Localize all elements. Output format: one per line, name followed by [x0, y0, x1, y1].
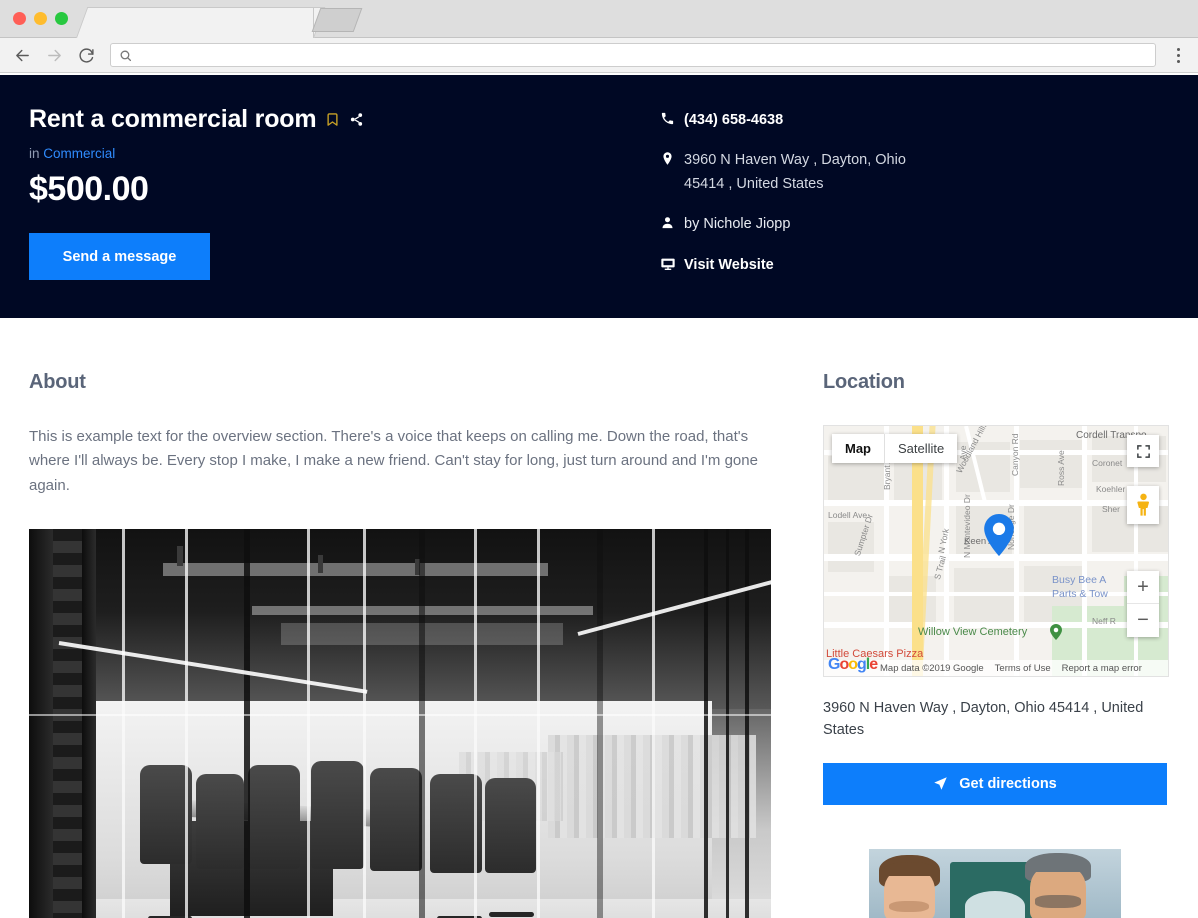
- listing-summary: Rent a commercial room in Commercial $50…: [29, 105, 629, 318]
- get-directions-button[interactable]: Get directions: [823, 762, 1167, 805]
- forward-button[interactable]: [40, 41, 68, 69]
- listing-photo: [29, 528, 771, 918]
- bookmark-icon[interactable]: [325, 112, 340, 127]
- about-body-text: This is example text for the overview se…: [29, 428, 758, 494]
- map-fullscreen-button[interactable]: [1127, 435, 1159, 467]
- about-column: About This is example text for the overv…: [29, 318, 771, 918]
- listing-category-line: in Commercial: [29, 146, 629, 161]
- search-icon: [119, 49, 132, 62]
- map-data-text: Map data ©2019 Google: [880, 662, 984, 674]
- browser-titlebar: [0, 0, 1198, 38]
- contact-address: 3960 N Haven Way , Dayton, Ohio 45414 , …: [684, 152, 906, 192]
- map-label: Sher: [1102, 504, 1120, 514]
- map-type-map-button[interactable]: Map: [832, 434, 885, 463]
- street-view-pegman-icon[interactable]: [1127, 486, 1159, 524]
- window-controls: [13, 12, 68, 25]
- map-terms-link[interactable]: Terms of Use: [995, 663, 1051, 674]
- contact-row-address: 3960 N Haven Way , Dayton, Ohio 45414 , …: [660, 149, 919, 196]
- address-bar[interactable]: [110, 43, 1156, 67]
- map-zoom-in-button[interactable]: +: [1127, 571, 1159, 604]
- map-type-toggle[interactable]: Map Satellite: [832, 434, 958, 463]
- browser-window: Rent a commercial room in Commercial $50…: [0, 0, 1198, 918]
- phone-icon: [660, 109, 684, 126]
- google-logo: Google: [828, 656, 878, 673]
- in-label: in: [29, 146, 40, 161]
- map-label: Ave: [958, 445, 968, 461]
- about-heading: About: [29, 371, 86, 393]
- page-content: Rent a commercial room in Commercial $50…: [0, 75, 1198, 918]
- contact-row-author: by Nichole Jiopp: [660, 213, 919, 236]
- map-label: Canyon Rd: [1010, 433, 1020, 476]
- map-marker-icon[interactable]: [984, 514, 1014, 561]
- map-zoom-controls[interactable]: + −: [1127, 571, 1159, 637]
- get-directions-label: Get directions: [959, 775, 1057, 792]
- share-icon[interactable]: [349, 112, 364, 127]
- visit-website-link[interactable]: Visit Website: [684, 254, 774, 277]
- page-body: About This is example text for the overv…: [0, 318, 1198, 918]
- map-label-park: Willow View Cemetery: [918, 626, 1028, 638]
- send-message-button[interactable]: Send a message: [29, 233, 210, 280]
- contact-phone: (434) 658-4638: [684, 112, 784, 128]
- map-label: Lodell Ave: [828, 510, 868, 520]
- map-zoom-out-button[interactable]: −: [1127, 604, 1159, 637]
- location-map[interactable]: Cordell Transpo Coronet Koehler Ave Lode…: [823, 425, 1169, 677]
- contact-row-phone[interactable]: (434) 658-4638: [660, 109, 919, 132]
- minimize-window-button[interactable]: [34, 12, 47, 25]
- category-link[interactable]: Commercial: [43, 146, 115, 161]
- maximize-window-button[interactable]: [55, 12, 68, 25]
- person-icon: [660, 213, 684, 230]
- map-label: Ross Ave: [1056, 450, 1066, 486]
- map-label: Neff R: [1092, 616, 1116, 626]
- page-title: Rent a commercial room: [29, 105, 317, 133]
- monitor-icon: [660, 254, 684, 272]
- browser-menu-button[interactable]: [1166, 42, 1190, 68]
- browser-toolbar: [0, 38, 1198, 73]
- map-type-satellite-button[interactable]: Satellite: [885, 434, 957, 463]
- listing-price: $500.00: [29, 170, 149, 208]
- map-report-link[interactable]: Report a map error: [1062, 663, 1142, 674]
- contact-row-website[interactable]: Visit Website: [660, 254, 919, 277]
- new-tab-button[interactable]: [311, 8, 363, 32]
- reload-button[interactable]: [72, 41, 100, 69]
- map-label: Coronet: [1092, 458, 1123, 468]
- location-heading: Location: [823, 371, 905, 393]
- tab-strip: [76, 0, 1198, 38]
- listing-hero: Rent a commercial room in Commercial $50…: [0, 75, 1198, 318]
- browser-tab-body[interactable]: [90, 7, 314, 38]
- map-label-business: Parts & Tow: [1052, 588, 1108, 600]
- close-window-button[interactable]: [13, 12, 26, 25]
- listing-contact-info: (434) 658-4638 3960 N Haven Way , Dayton…: [660, 105, 919, 318]
- listing-title-row: Rent a commercial room: [29, 105, 629, 134]
- location-address: 3960 N Haven Way , Dayton, Ohio 45414 , …: [823, 700, 1144, 739]
- browser-tab-title: [90, 8, 313, 24]
- map-label: N Montevideo Dr: [962, 494, 972, 558]
- location-column: Location Cordell Transpo Coronet Koehler…: [823, 318, 1169, 918]
- promo-photo[interactable]: [869, 848, 1121, 918]
- map-pin-icon: [660, 149, 684, 166]
- back-button[interactable]: [8, 41, 36, 69]
- map-label-business: Busy Bee A: [1052, 574, 1107, 586]
- contact-author: by Nichole Jiopp: [684, 216, 791, 233]
- navigation-arrow-icon: [933, 776, 948, 791]
- park-marker-icon: [1050, 624, 1062, 645]
